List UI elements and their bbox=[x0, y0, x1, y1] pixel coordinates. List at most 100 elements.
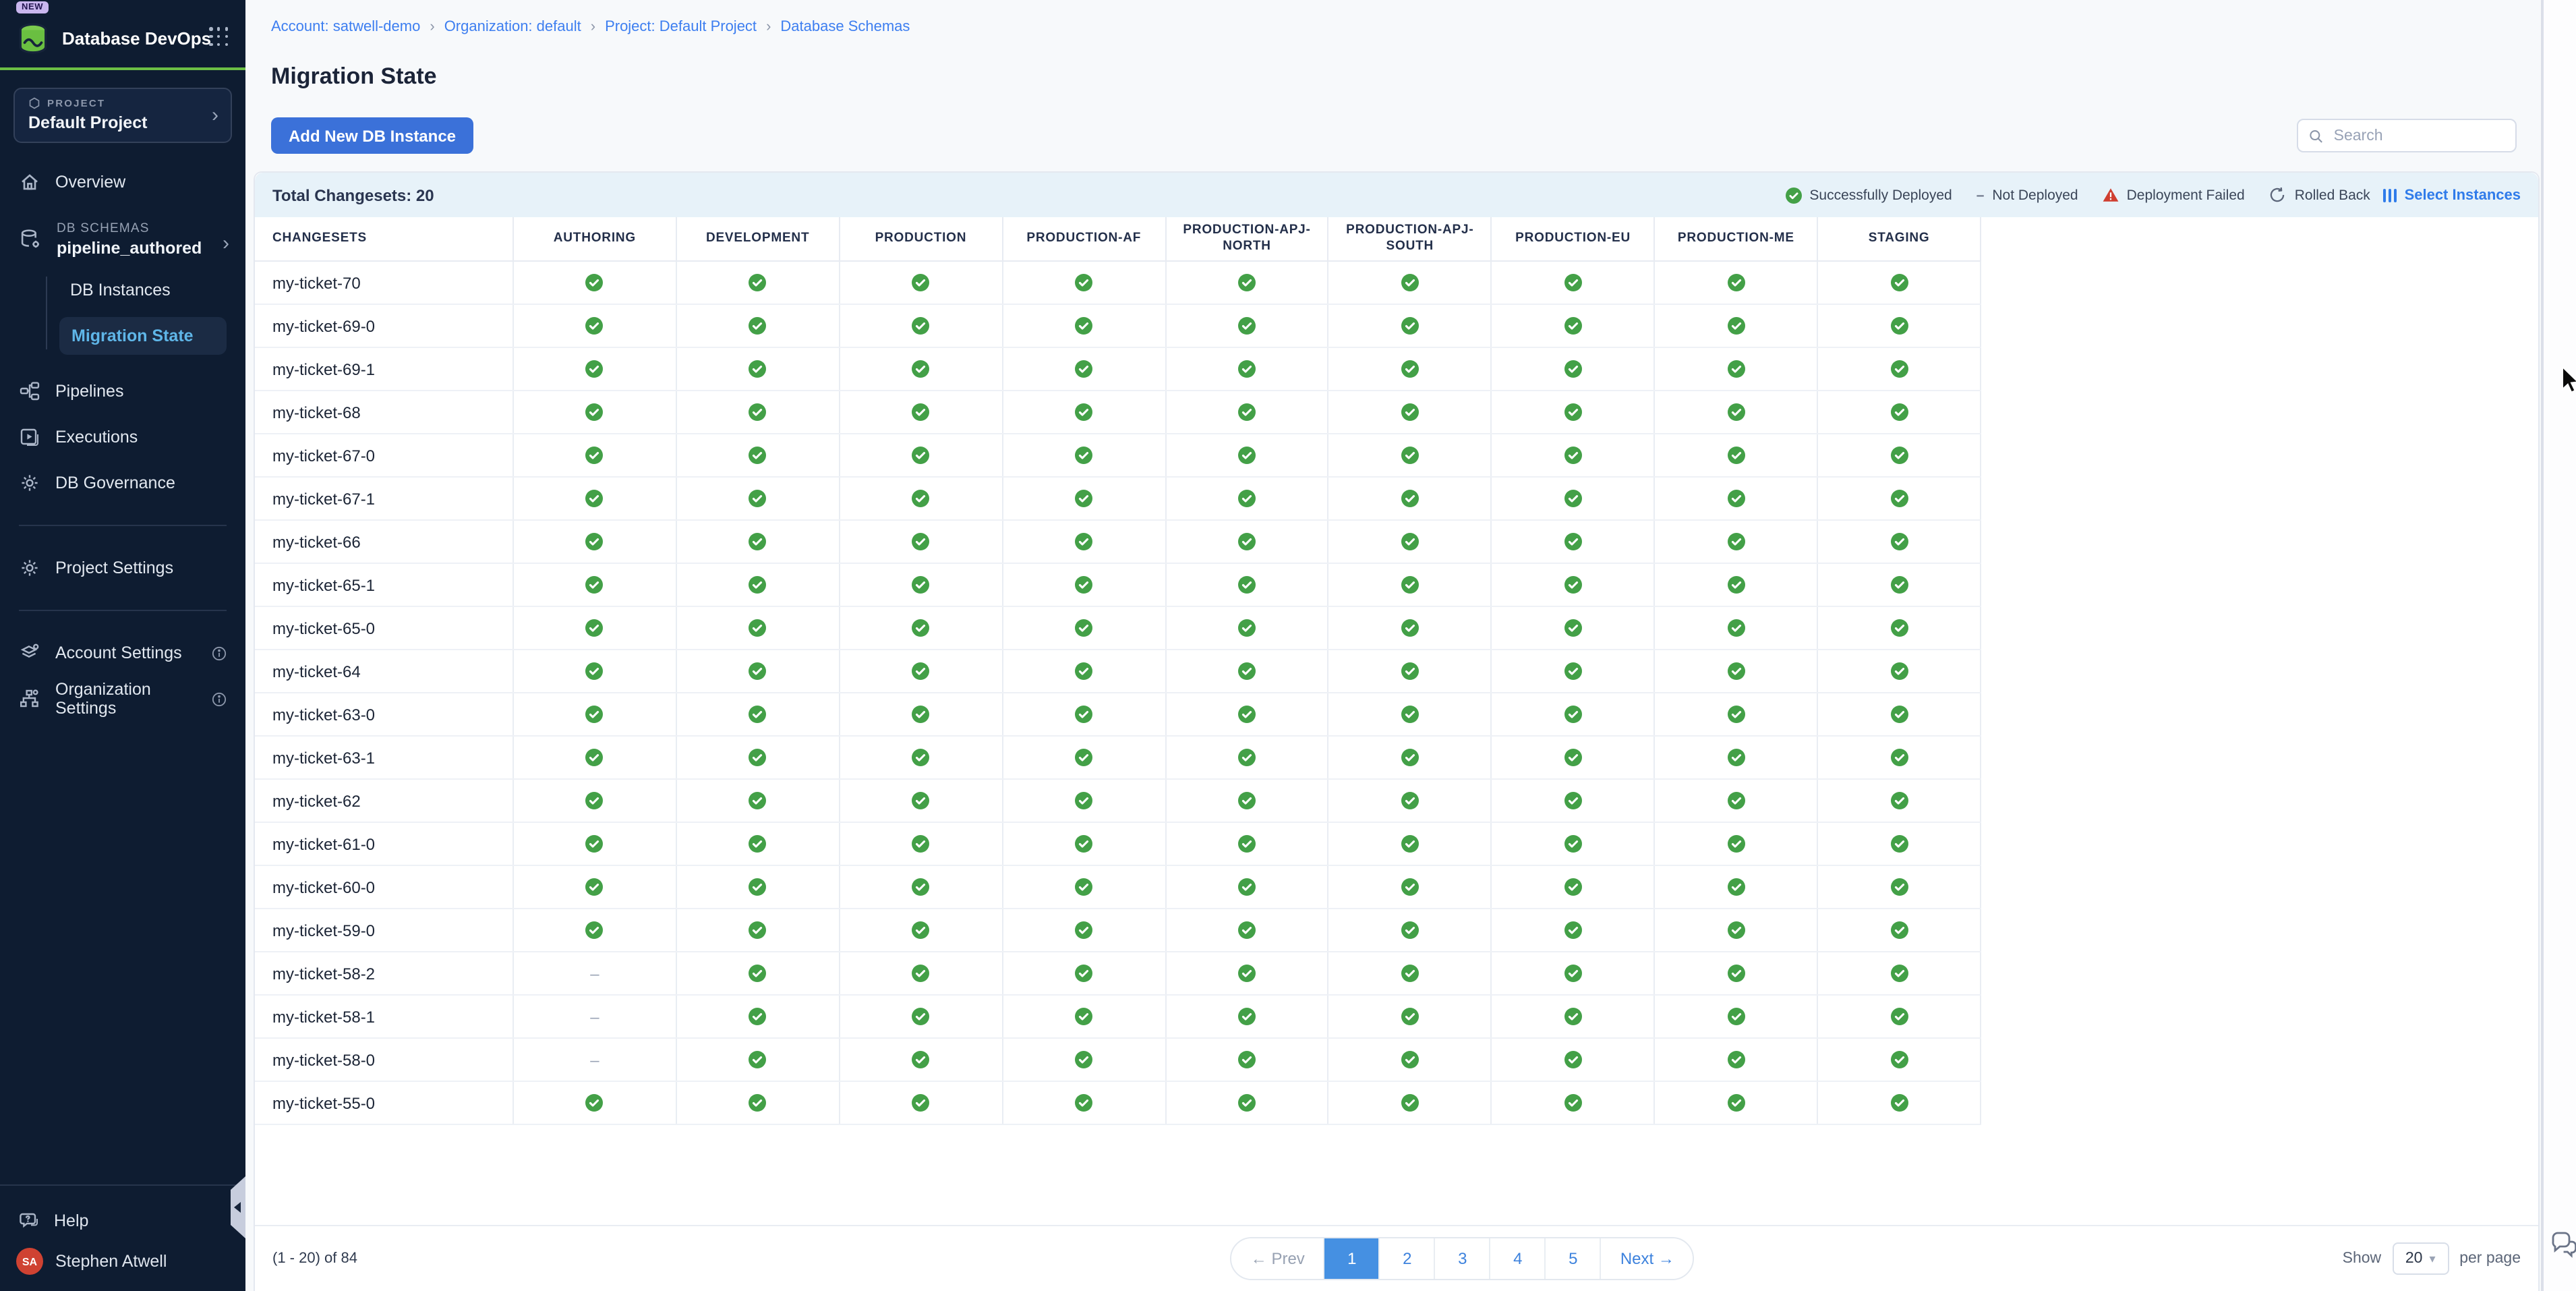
user-menu[interactable]: SA Stephen Atwell bbox=[0, 1240, 245, 1283]
status-cell-deployed bbox=[1166, 305, 1329, 347]
status-cell-deployed bbox=[1492, 650, 1656, 692]
changeset-name: my-ticket-59-0 bbox=[255, 909, 514, 951]
status-cell-deployed bbox=[1003, 348, 1166, 390]
add-db-instance-button[interactable]: Add New DB Instance bbox=[271, 117, 473, 154]
table-footer: (1 - 20) of 84 ← Prev12345Next → Show 20… bbox=[255, 1225, 2538, 1291]
sidebar-item-label: DB Instances bbox=[70, 281, 171, 299]
breadcrumb-link[interactable]: Organization: default bbox=[444, 19, 581, 35]
help-button[interactable]: Help bbox=[0, 1202, 245, 1240]
success-check-icon bbox=[1727, 878, 1745, 896]
changeset-name: my-ticket-65-0 bbox=[255, 607, 514, 649]
status-cell-deployed bbox=[1818, 262, 1981, 304]
next-page-button[interactable]: Next → bbox=[1602, 1238, 1693, 1279]
sidebar-item-overview[interactable]: Overview bbox=[0, 162, 245, 202]
select-instances-button[interactable]: Select Instances bbox=[2384, 187, 2521, 203]
success-check-icon bbox=[1564, 965, 1582, 982]
project-selector[interactable]: PROJECT Default Project › bbox=[13, 88, 232, 143]
sidebar-item-executions[interactable]: Executions bbox=[0, 417, 245, 457]
breadcrumb-link[interactable]: Database Schemas bbox=[780, 19, 910, 35]
per-page-select[interactable]: 20 ▾ bbox=[2392, 1242, 2449, 1275]
sidebar-item-db-governance[interactable]: DB Governance bbox=[0, 463, 245, 503]
changeset-name: my-ticket-63-1 bbox=[255, 737, 514, 778]
table-row: my-ticket-58-2– bbox=[255, 952, 1981, 996]
sidebar-item-project-settings[interactable]: Project Settings bbox=[0, 548, 245, 588]
status-cell-deployed bbox=[840, 305, 1003, 347]
app-switcher-icon[interactable] bbox=[209, 27, 229, 47]
status-cell-deployed bbox=[1818, 909, 1981, 951]
status-cell-deployed bbox=[840, 823, 1003, 865]
sidebar-collapse-handle[interactable] bbox=[228, 1176, 245, 1238]
success-check-icon bbox=[1890, 706, 1908, 723]
status-cell-deployed bbox=[677, 952, 840, 994]
success-check-icon bbox=[749, 447, 767, 464]
sidebar-item-db-instances[interactable]: DB Instances bbox=[0, 271, 245, 309]
success-check-icon bbox=[749, 1051, 767, 1068]
status-cell-deployed bbox=[1655, 564, 1818, 606]
page-button-1[interactable]: 1 bbox=[1325, 1238, 1380, 1279]
status-cell-deployed bbox=[1166, 693, 1329, 735]
success-check-icon bbox=[1890, 921, 1908, 939]
column-header: STAGING bbox=[1818, 217, 1981, 260]
success-check-icon bbox=[1727, 1051, 1745, 1068]
search-input[interactable] bbox=[2331, 126, 2505, 145]
sidebar-item-pipelines[interactable]: Pipelines bbox=[0, 371, 245, 411]
status-cell-deployed bbox=[1329, 262, 1492, 304]
success-check-icon bbox=[1238, 533, 1256, 550]
sidebar-item-organization-settings[interactable]: Organization Settings bbox=[0, 679, 245, 719]
success-check-icon bbox=[1401, 533, 1419, 550]
status-cell-deployed bbox=[1166, 866, 1329, 908]
status-cell-deployed bbox=[840, 1039, 1003, 1081]
status-cell-deployed bbox=[1329, 478, 1492, 519]
page-button-5[interactable]: 5 bbox=[1546, 1238, 1602, 1279]
status-cell-deployed bbox=[1492, 262, 1656, 304]
breadcrumb-link[interactable]: Account: satwell-demo bbox=[271, 19, 420, 35]
success-check-icon bbox=[912, 403, 929, 421]
status-cell-deployed bbox=[1329, 693, 1492, 735]
sidebar-item-account-settings[interactable]: Account Settings bbox=[0, 633, 245, 673]
page-button-4[interactable]: 4 bbox=[1491, 1238, 1546, 1279]
status-cell-deployed bbox=[677, 996, 840, 1037]
success-check-icon bbox=[1238, 576, 1256, 594]
status-cell-deployed bbox=[1492, 996, 1656, 1037]
success-check-icon bbox=[1238, 490, 1256, 507]
search-box[interactable] bbox=[2297, 119, 2517, 152]
divider bbox=[0, 1184, 245, 1186]
pagination-range: (1 - 20) of 84 bbox=[272, 1251, 583, 1267]
per-page-control: Show 20 ▾ per page bbox=[2343, 1242, 2521, 1275]
chat-widget-icon[interactable] bbox=[2549, 1230, 2576, 1267]
page-button-2[interactable]: 2 bbox=[1380, 1238, 1436, 1279]
success-check-icon bbox=[1401, 447, 1419, 464]
sidebar-item-migration-state[interactable]: Migration State bbox=[59, 317, 227, 355]
prev-page-button[interactable]: ← Prev bbox=[1232, 1238, 1325, 1279]
status-cell-deployed bbox=[1003, 737, 1166, 778]
info-icon bbox=[212, 691, 227, 706]
status-cell-deployed bbox=[677, 434, 840, 476]
status-cell-deployed bbox=[840, 521, 1003, 563]
status-cell-deployed bbox=[677, 521, 840, 563]
success-check-icon bbox=[1075, 274, 1092, 291]
status-cell-deployed bbox=[677, 478, 840, 519]
table-row: my-ticket-62 bbox=[255, 780, 1981, 823]
status-cell-deployed bbox=[840, 262, 1003, 304]
status-cell-deployed bbox=[1329, 952, 1492, 994]
success-check-icon bbox=[1238, 835, 1256, 853]
status-cell-deployed bbox=[1003, 564, 1166, 606]
success-check-icon bbox=[1727, 490, 1745, 507]
success-check-icon bbox=[1075, 576, 1092, 594]
status-cell-deployed bbox=[1166, 996, 1329, 1037]
success-check-icon bbox=[749, 274, 767, 291]
status-cell-deployed bbox=[840, 391, 1003, 433]
status-cell-deployed bbox=[1003, 607, 1166, 649]
scrollbar[interactable] bbox=[2541, 0, 2544, 1291]
table-row: my-ticket-59-0 bbox=[255, 909, 1981, 952]
sidebar-item-db-schemas[interactable]: DB SCHEMAS pipeline_authored › bbox=[0, 213, 245, 266]
breadcrumb-link[interactable]: Project: Default Project bbox=[605, 19, 757, 35]
table-row: my-ticket-70 bbox=[255, 262, 1981, 305]
status-cell-deployed bbox=[677, 737, 840, 778]
status-cell-deployed bbox=[514, 262, 677, 304]
status-cell-deployed bbox=[1818, 348, 1981, 390]
page-button-3[interactable]: 3 bbox=[1436, 1238, 1491, 1279]
status-cell-deployed bbox=[677, 1082, 840, 1124]
changeset-name: my-ticket-58-2 bbox=[255, 952, 514, 994]
breadcrumb: Account: satwell-demo›Organization: defa… bbox=[271, 19, 910, 35]
